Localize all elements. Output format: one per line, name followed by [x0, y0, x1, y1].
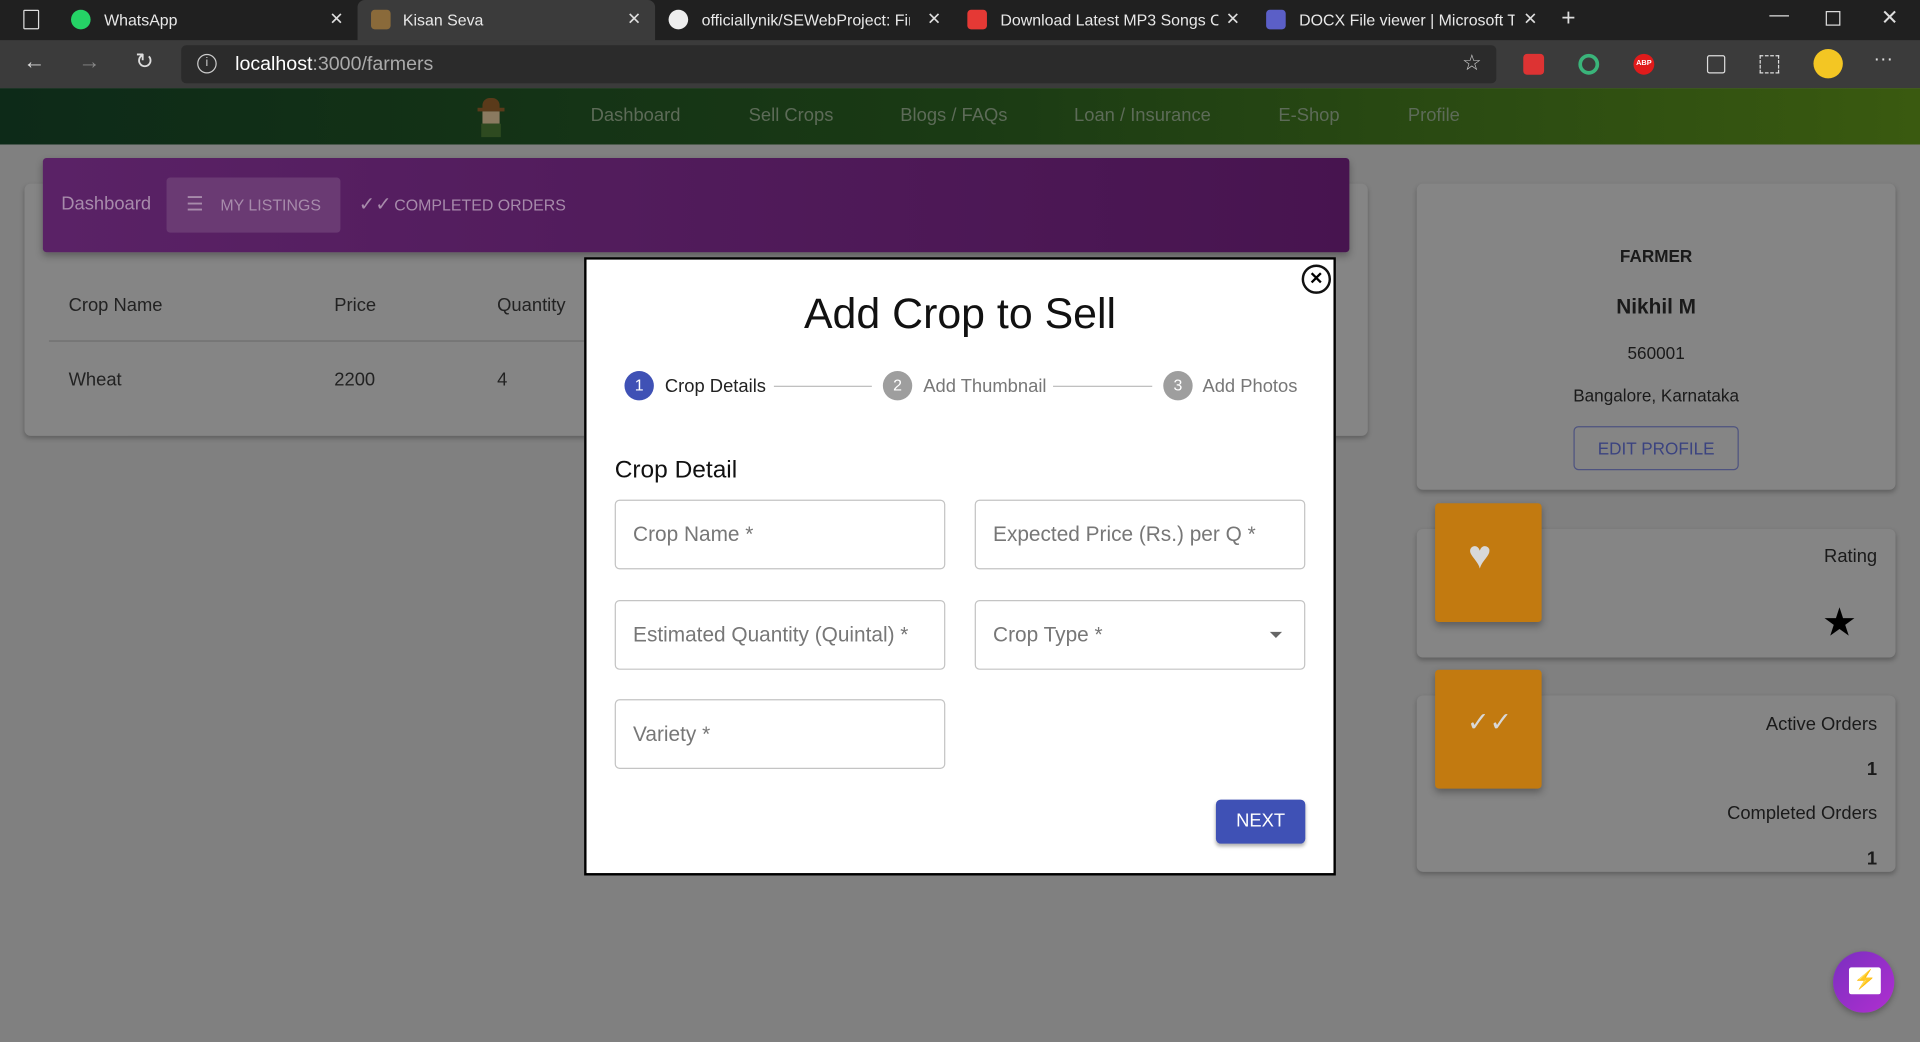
dashboard-title: Dashboard	[61, 193, 152, 215]
rating-badge: ♥	[1435, 503, 1542, 623]
profile-name: Nikhil M	[1616, 295, 1697, 319]
rating-label: Rating	[1824, 546, 1878, 567]
close-tab-icon[interactable]: ✕	[1226, 9, 1240, 30]
profile-role: FARMER	[1619, 246, 1693, 266]
section-title: Crop Detail	[614, 456, 738, 484]
list-icon: ☰	[186, 194, 204, 216]
active-orders-count: 1	[1866, 759, 1878, 781]
completed-orders-label: Completed Orders	[1727, 803, 1878, 825]
profile-card: FARMER Nikhil M 560001 Bangalore, Karnat…	[1416, 183, 1896, 490]
expected-price-input[interactable]: Expected Price (Rs.) per Q *	[974, 499, 1306, 570]
restore-button[interactable]	[1825, 11, 1841, 26]
github-icon	[668, 9, 689, 30]
minimize-button[interactable]: —	[1769, 5, 1789, 27]
site-info-icon[interactable]: i	[197, 53, 217, 74]
profile-avatar[interactable]	[1813, 48, 1843, 79]
step-3-label: Add Photos	[1202, 375, 1298, 397]
active-orders-label: Active Orders	[1765, 713, 1878, 735]
step-connector	[1053, 385, 1153, 387]
collections-icon[interactable]	[1706, 55, 1726, 74]
step-1-label: Crop Details	[664, 375, 766, 397]
tab-teams[interactable]: DOCX File viewer | Microsoft Tea ✕	[1255, 0, 1551, 40]
dashboard-header: Dashboard ☰ MY LISTINGS ✓✓ COMPLETED ORD…	[42, 157, 1350, 253]
tab-kisan-seva[interactable]: Kisan Seva ✕	[357, 0, 656, 41]
column-crop-name: Crop Name	[68, 295, 163, 316]
nav-eshop[interactable]: E-Shop	[1278, 105, 1339, 126]
tab-mp3[interactable]: Download Latest MP3 Songs Onl ✕	[956, 0, 1252, 40]
star-icon: ★	[1822, 600, 1858, 645]
tab-whatsapp[interactable]: WhatsApp ✕	[59, 0, 355, 40]
close-tab-icon[interactable]: ✕	[627, 9, 641, 30]
farmer-icon	[371, 9, 391, 30]
tab-my-listings[interactable]: ☰ MY LISTINGS	[166, 177, 341, 233]
table-divider	[48, 340, 588, 342]
add-crop-modal: ✕ Add Crop to Sell 1 Crop Details 2 Add …	[584, 257, 1336, 876]
reload-icon[interactable]: ↻	[130, 49, 159, 75]
nav-profile[interactable]: Profile	[1408, 105, 1460, 126]
more-menu-icon[interactable]: ···	[1873, 49, 1893, 71]
nav-loan-insurance[interactable]: Loan / Insurance	[1074, 105, 1211, 126]
tab-completed-orders[interactable]: COMPLETED ORDERS	[394, 196, 566, 214]
edit-profile-button[interactable]: EDIT PROFILE	[1573, 426, 1739, 471]
forward-icon[interactable]: →	[75, 49, 104, 75]
adblock-icon[interactable]: ABP	[1633, 53, 1655, 75]
orders-badge: ✓✓	[1435, 669, 1542, 789]
close-window-button[interactable]: ✕	[1881, 6, 1898, 30]
nav-dashboard[interactable]: Dashboard	[591, 105, 681, 126]
chevron-down-icon	[1269, 631, 1283, 638]
chat-bolt-icon: ⚡	[1848, 967, 1881, 995]
variety-input[interactable]: Variety *	[614, 699, 946, 769]
modal-title: Add Crop to Sell	[803, 290, 1117, 338]
next-button[interactable]: NEXT	[1215, 799, 1306, 844]
step-2-label: Add Thumbnail	[923, 375, 1047, 397]
back-icon[interactable]: ←	[20, 49, 49, 75]
step-1-indicator: 1	[624, 371, 654, 401]
profile-pincode: 560001	[1627, 342, 1685, 363]
farmer-logo[interactable]	[475, 97, 507, 138]
column-price: Price	[334, 295, 377, 316]
crop-type-select[interactable]: Crop Type *	[974, 600, 1306, 670]
close-tab-icon[interactable]: ✕	[329, 9, 343, 30]
close-tab-icon[interactable]: ✕	[1523, 9, 1537, 30]
double-check-icon: ✓✓	[358, 194, 392, 216]
url-text[interactable]: localhost:3000/farmers	[235, 54, 433, 76]
new-tab-button[interactable]: +	[1561, 5, 1575, 33]
crop-name-input[interactable]: Crop Name *	[614, 499, 946, 570]
completed-orders-count: 1	[1866, 848, 1878, 870]
heart-icon: ♥	[1468, 532, 1492, 577]
browser-tab-bar: WhatsApp ✕ Kisan Seva ✕ officiallynik/SE…	[0, 0, 1920, 41]
address-bar[interactable]: i localhost:3000/farmers ☆	[181, 45, 1497, 84]
extension-icon[interactable]	[1523, 53, 1545, 75]
nav-sell-crops[interactable]: Sell Crops	[749, 105, 834, 126]
step-2-indicator: 2	[882, 371, 913, 401]
tab-github[interactable]: officiallynik/SEWebProject: Find t ✕	[658, 0, 954, 40]
step-connector	[773, 385, 872, 387]
whatsapp-icon	[71, 9, 91, 30]
screenshot-icon[interactable]	[1759, 55, 1780, 74]
column-quantity: Quantity	[497, 295, 566, 316]
profile-location: Bangalore, Karnataka	[1573, 385, 1740, 406]
estimated-quantity-input[interactable]: Estimated Quantity (Quintal) *	[614, 600, 946, 670]
step-3-indicator: 3	[1163, 371, 1193, 401]
gaana-icon	[967, 9, 987, 30]
teams-icon	[1266, 9, 1286, 30]
favorite-star-icon[interactable]: ☆	[1462, 50, 1482, 76]
extension-ring-icon[interactable]	[1578, 53, 1600, 75]
page-icon	[23, 9, 40, 30]
close-tab-icon[interactable]: ✕	[927, 9, 941, 30]
double-check-icon: ✓✓	[1466, 706, 1513, 738]
chat-button[interactable]: ⚡	[1833, 951, 1895, 1013]
nav-blogs-faqs[interactable]: Blogs / FAQs	[900, 105, 1007, 126]
